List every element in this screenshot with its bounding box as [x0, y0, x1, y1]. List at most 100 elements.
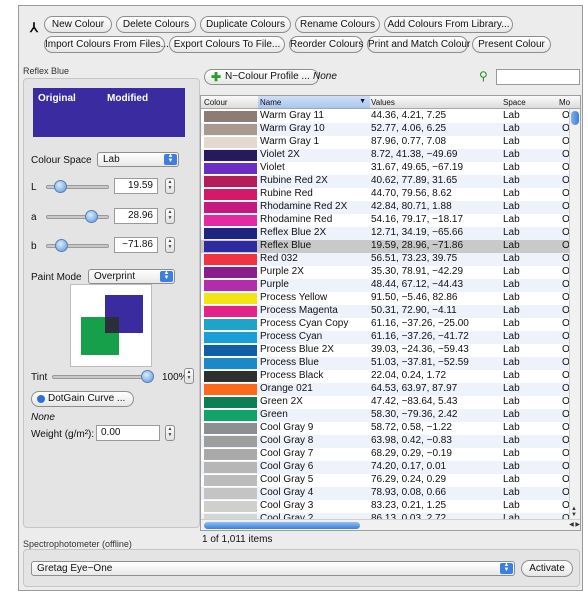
- table-row[interactable]: Process Black 22.04, 0.24, 1.72 Lab O: [201, 370, 571, 383]
- colour-space-select[interactable]: Lab ▲ ▼: [97, 152, 179, 167]
- paint-mode-value: Overprint: [94, 271, 136, 282]
- table-row[interactable]: Cool Gray 3 83.23, 0.21, 1.25 Lab O: [201, 500, 571, 513]
- table-row[interactable]: Process Blue 2X 39.03, −24.36, −59.43 Lab O: [201, 344, 571, 357]
- colour-swatch: [204, 371, 257, 382]
- colour-values: 91.50, −5.46, 82.86: [371, 292, 458, 303]
- print-and-match-colour-button[interactable]: Print and Match Colour: [367, 36, 470, 53]
- device-select[interactable]: Gretag Eye−One ▲ ▼: [31, 561, 515, 576]
- table-row[interactable]: Green 58.30, −79.36, 2.42 Lab O: [201, 409, 571, 422]
- table-row[interactable]: Purple 48.44, 67.12, −44.43 Lab O: [201, 279, 571, 292]
- horizontal-scrollbar[interactable]: ◀ ▶: [201, 519, 580, 530]
- colour-table: Colour Name ▼ Values Space Mo Warm Gray …: [200, 95, 581, 531]
- colour-space: Lab: [503, 123, 520, 134]
- delete-colours-button[interactable]: Delete Colours: [116, 16, 196, 33]
- import-colours-button[interactable]: Import Colours From Files...: [44, 36, 169, 53]
- table-row[interactable]: Purple 2X 35.30, 78.91, −42.29 Lab O: [201, 266, 571, 279]
- pin-icon[interactable]: ⅄: [30, 20, 38, 36]
- horizontal-scroll-arrows-icon[interactable]: ◀ ▶: [569, 521, 580, 528]
- duplicate-colours-button[interactable]: Duplicate Colours: [200, 16, 291, 33]
- colour-space: Lab: [503, 227, 520, 238]
- export-colours-button[interactable]: Export Colours To File...: [169, 36, 285, 53]
- a-value-field[interactable]: 28.96: [114, 208, 158, 224]
- table-row[interactable]: Cool Gray 9 58.72, 0.58, −1.22 Lab O: [201, 422, 571, 435]
- tint-slider[interactable]: [52, 375, 147, 379]
- plus-icon: ✚: [211, 70, 222, 84]
- vertical-scrollbar[interactable]: ▲ ▼: [569, 109, 580, 519]
- colour-name: Rhodamine Red 2X: [260, 201, 348, 212]
- table-row[interactable]: Warm Gray 11 44.36, 4.21, 7.25 Lab O: [201, 110, 571, 123]
- colour-name: Purple: [260, 279, 289, 290]
- column-header-space[interactable]: Space: [503, 98, 526, 107]
- search-input[interactable]: [496, 69, 580, 85]
- activate-button[interactable]: Activate: [521, 560, 573, 577]
- table-row[interactable]: Rubine Red 44.70, 79.56, 8.62 Lab O: [201, 188, 571, 201]
- table-row[interactable]: Process Cyan Copy 61.16, −37.26, −25.00 La…: [201, 318, 571, 331]
- L-value-field[interactable]: 19.59: [114, 178, 158, 194]
- b-slider-knob[interactable]: [55, 239, 68, 252]
- table-row[interactable]: Cool Gray 6 74.20, 0.17, 0.01 Lab O: [201, 461, 571, 474]
- table-row[interactable]: Process Magenta 50.31, 72.90, −4.11 Lab O: [201, 305, 571, 318]
- colour-swatch: [204, 423, 257, 434]
- dotgain-curve-button[interactable]: DotGain Curve ...: [31, 391, 135, 407]
- L-slider-knob[interactable]: [54, 180, 67, 193]
- table-row[interactable]: Red 032 56.51, 73.23, 39.75 Lab O: [201, 253, 571, 266]
- table-row[interactable]: Cool Gray 7 68.29, 0.29, −0.19 Lab O: [201, 448, 571, 461]
- paint-mode-select[interactable]: Overprint ▲ ▼: [88, 269, 175, 284]
- table-header: Colour Name ▼ Values Space Mo: [201, 96, 580, 109]
- rename-colours-button[interactable]: Rename Colours: [295, 16, 380, 33]
- weight-field[interactable]: 0.00: [96, 425, 160, 441]
- table-row[interactable]: Reflex Blue 19.59, 28.96, −71.86 Lab O: [201, 240, 571, 253]
- table-row[interactable]: Process Cyan 61.16, −37.26, −41.72 Lab O: [201, 331, 571, 344]
- add-colours-from-library-button[interactable]: Add Colours From Library...: [384, 16, 513, 33]
- table-row[interactable]: Process Blue 51.03, −37.81, −52.59 Lab O: [201, 357, 571, 370]
- colour-values: 83.23, 0.21, 1.25: [371, 500, 447, 511]
- table-row[interactable]: Violet 2X 8.72, 41.38, −49.69 Lab O: [201, 149, 571, 162]
- column-header-colour[interactable]: Colour: [204, 98, 228, 107]
- column-header-name[interactable]: Name ▼: [258, 96, 370, 108]
- colour-values: 58.72, 0.58, −1.22: [371, 422, 452, 433]
- column-header-values[interactable]: Values: [371, 98, 395, 107]
- table-row[interactable]: Reflex Blue 2X 12.71, 34.19, −65.66 Lab O: [201, 227, 571, 240]
- tint-stepper[interactable]: ▲ ▼: [184, 368, 194, 384]
- L-stepper[interactable]: ▲ ▼: [165, 178, 175, 194]
- table-row[interactable]: Warm Gray 1 87.96, 0.77, 7.08 Lab O: [201, 136, 571, 149]
- table-row[interactable]: Cool Gray 4 78.93, 0.08, 0.66 Lab O: [201, 487, 571, 500]
- colour-name: Cool Gray 5: [260, 474, 314, 485]
- a-slider-knob[interactable]: [85, 210, 98, 223]
- b-stepper[interactable]: ▲ ▼: [165, 237, 175, 253]
- new-colour-button[interactable]: New Colour: [44, 16, 112, 33]
- table-row[interactable]: Rhodamine Red 2X 42.84, 80.71, 1.88 Lab O: [201, 201, 571, 214]
- a-slider[interactable]: [46, 215, 109, 219]
- reorder-colours-button[interactable]: Reorder Colours: [289, 36, 363, 53]
- present-colour-button[interactable]: Present Colour: [472, 36, 551, 53]
- n-colour-profile-button[interactable]: ✚ N−Colour Profile ...: [204, 69, 319, 85]
- table-row[interactable]: Violet 31.67, 49.65, −67.19 Lab O: [201, 162, 571, 175]
- table-row[interactable]: Green 2X 47.42, −83.64, 5.43 Lab O: [201, 396, 571, 409]
- table-row[interactable]: Rubine Red 2X 40.62, 77.89, 31.65 Lab O: [201, 175, 571, 188]
- tint-label: Tint: [31, 372, 48, 383]
- table-row[interactable]: Rhodamine Red 54.16, 79.17, −18.17 Lab O: [201, 214, 571, 227]
- vertical-scroll-thumb[interactable]: [571, 111, 579, 125]
- weight-stepper[interactable]: ▲ ▼: [165, 425, 175, 441]
- colour-swatch: [204, 189, 257, 200]
- a-stepper[interactable]: ▲ ▼: [165, 208, 175, 224]
- tint-slider-knob[interactable]: [141, 370, 154, 383]
- colour-name: Violet 2X: [260, 149, 300, 160]
- scroll-arrows-icon[interactable]: ▲ ▼: [571, 506, 577, 518]
- colour-values: 87.96, 0.77, 7.08: [371, 136, 447, 147]
- table-row[interactable]: Orange 021 64.53, 63.97, 87.97 Lab O: [201, 383, 571, 396]
- colour-swatch: [204, 462, 257, 473]
- table-row[interactable]: Cool Gray 8 63.98, 0.42, −0.83 Lab O: [201, 435, 571, 448]
- colour-space: Lab: [503, 149, 520, 160]
- horizontal-scroll-thumb[interactable]: [204, 522, 360, 529]
- colour-space: Lab: [503, 422, 520, 433]
- colour-swatch: [204, 436, 257, 447]
- table-row[interactable]: Cool Gray 5 76.29, 0.24, 0.29 Lab O: [201, 474, 571, 487]
- colour-swatch: [204, 163, 257, 174]
- column-header-mode[interactable]: Mo: [559, 98, 570, 107]
- original-modified-swatch: Original Modified: [33, 88, 185, 137]
- table-row[interactable]: Warm Gray 10 52.77, 4.06, 6.25 Lab O: [201, 123, 571, 136]
- b-value-field[interactable]: −71.86: [114, 237, 158, 253]
- table-row[interactable]: Process Yellow 91.50, −5.46, 82.86 Lab O: [201, 292, 571, 305]
- colour-manager-window: ⅄ New Colour Delete Colours Duplicate Co…: [18, 5, 583, 591]
